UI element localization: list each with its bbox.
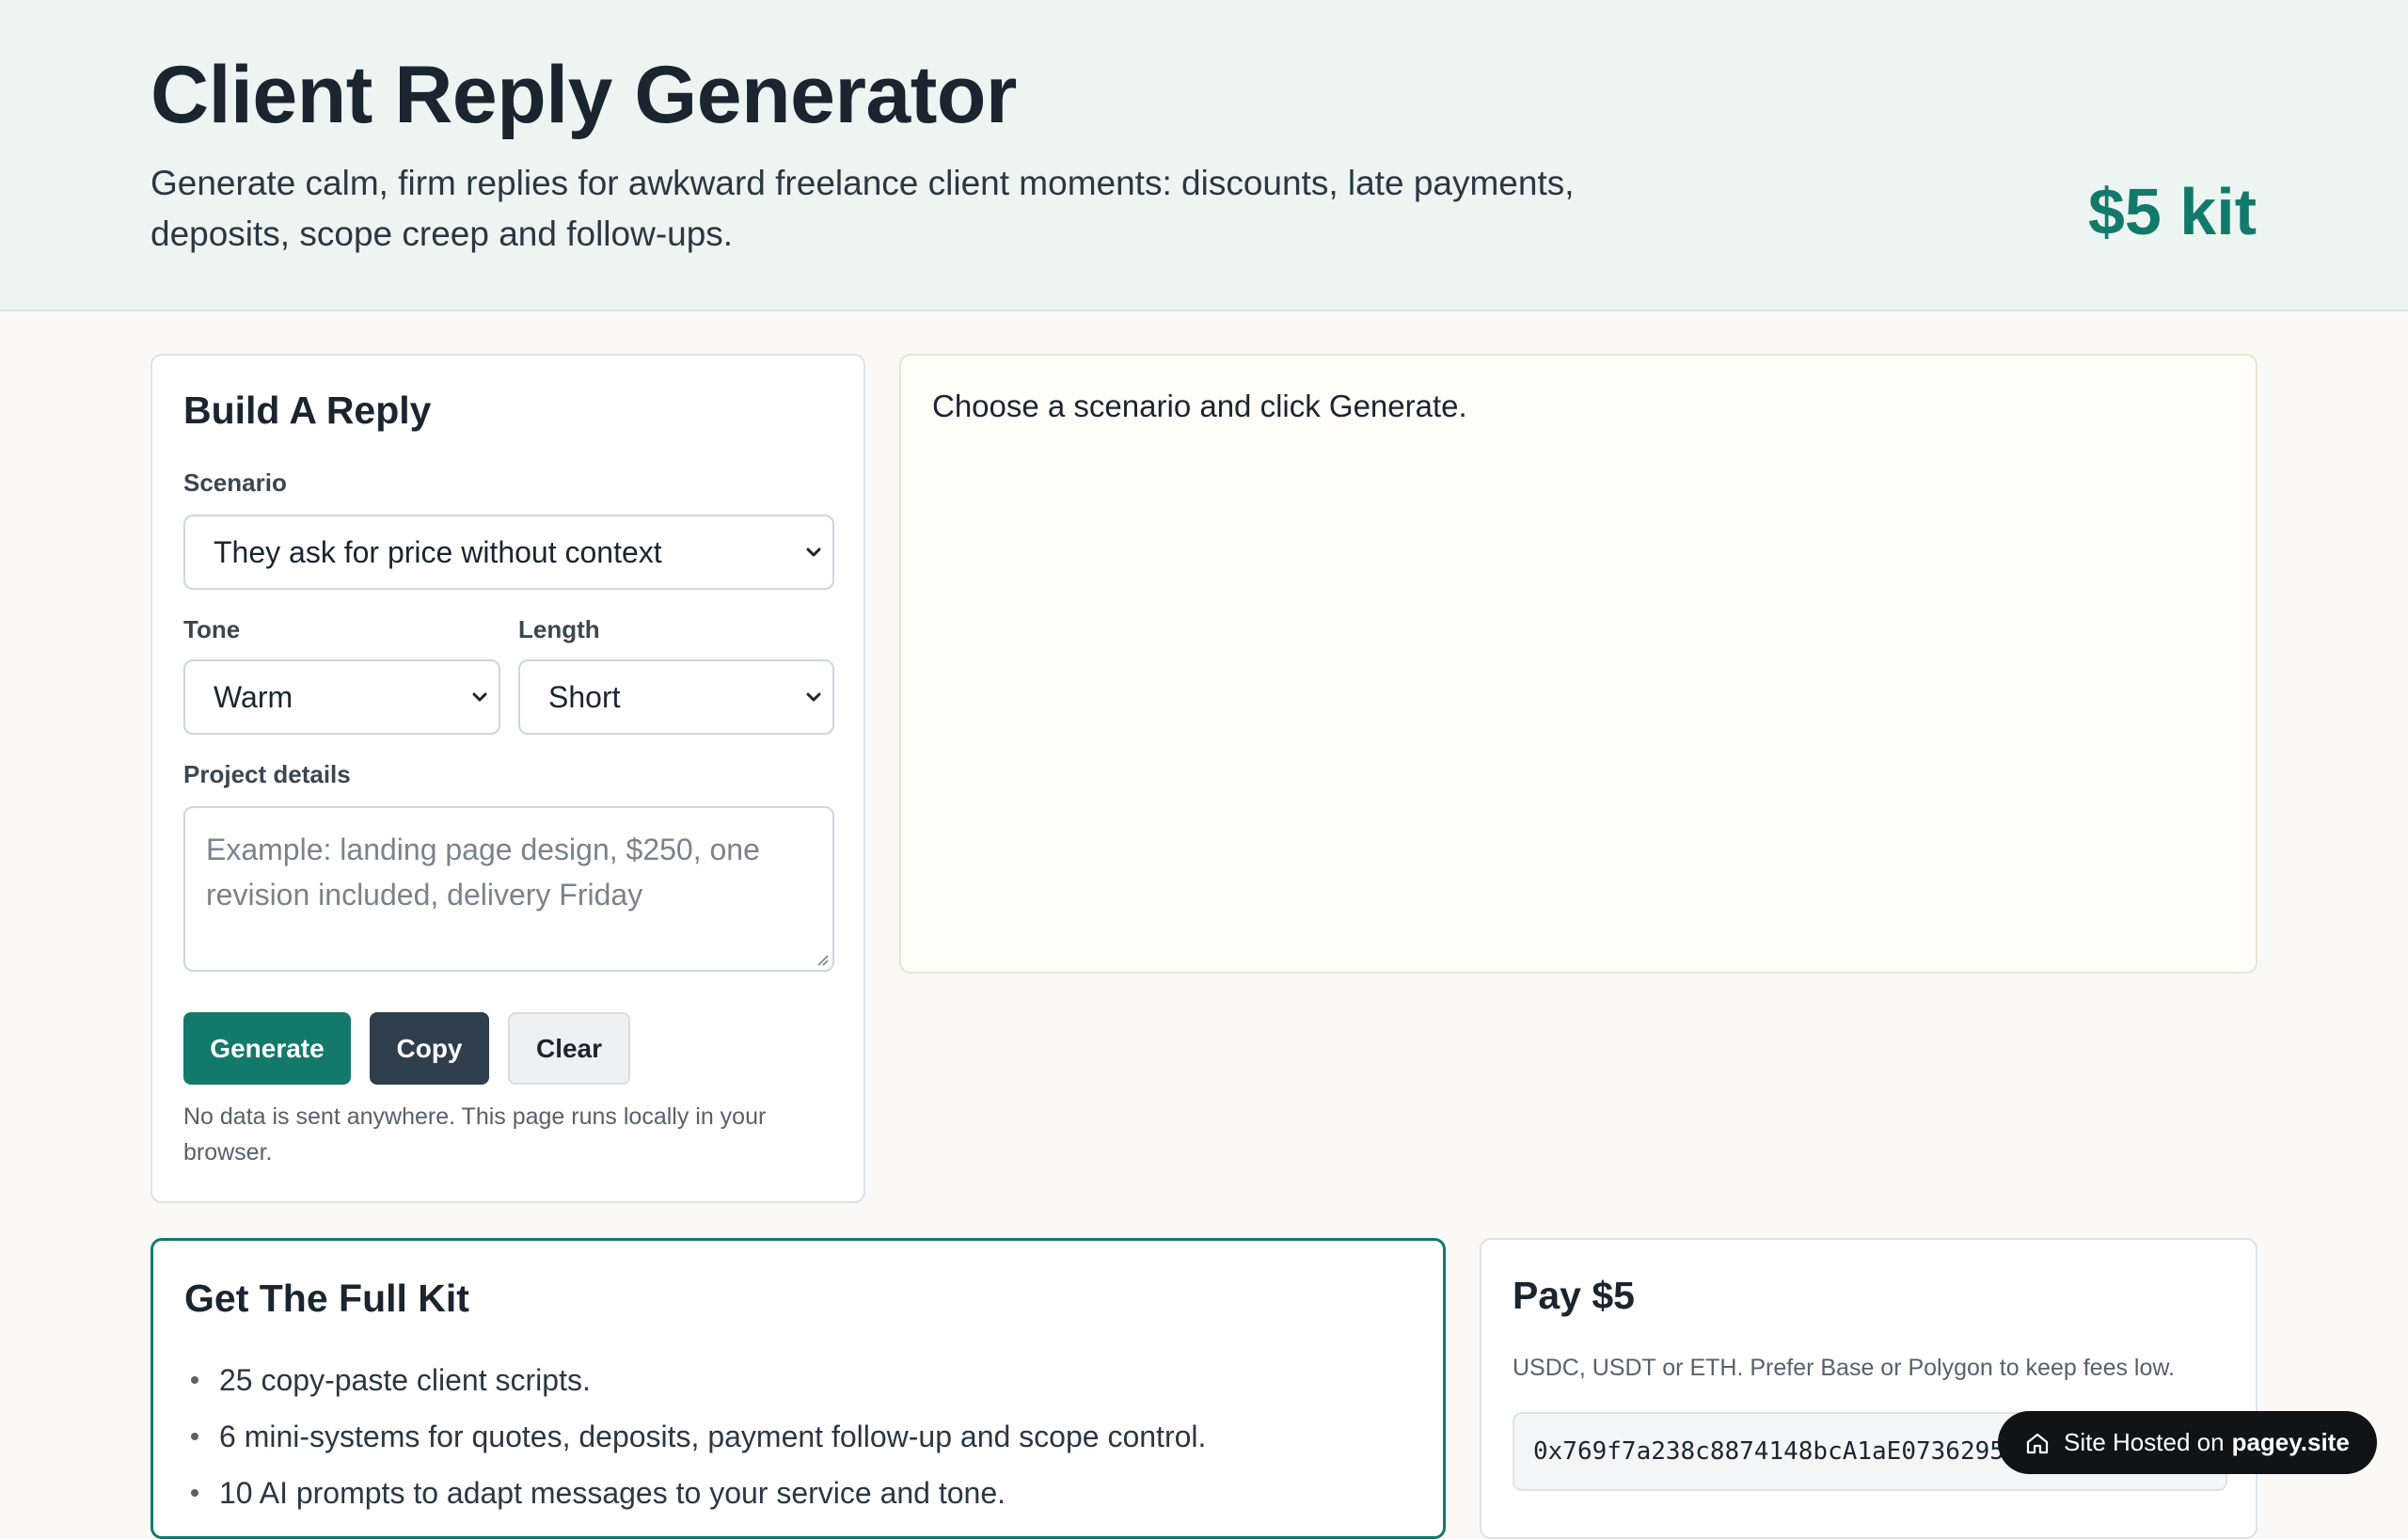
- hosted-badge[interactable]: Site Hosted on pagey.site: [1998, 1411, 2377, 1474]
- bullet-icon: [191, 1376, 198, 1384]
- build-reply-heading: Build A Reply: [183, 389, 432, 432]
- length-select-value: Short: [548, 679, 621, 714]
- page-subtitle: Generate calm, firm replies for awkward …: [150, 164, 1575, 253]
- generate-button[interactable]: Generate: [183, 1012, 351, 1085]
- chevron-down-icon: [806, 547, 821, 557]
- tone-select[interactable]: Warm: [183, 659, 500, 735]
- pay-heading: Pay $5: [1513, 1274, 1635, 1317]
- reply-output-text: Choose a scenario and click Generate.: [932, 389, 1467, 423]
- hosted-badge-prefix: Site Hosted on: [2064, 1428, 2225, 1456]
- hosted-badge-brand: pagey.site: [2231, 1428, 2350, 1456]
- build-reply-panel: Build A Reply Scenario They ask for pric…: [150, 354, 865, 1203]
- list-item: 10 AI prompts to adapt messages to your …: [187, 1465, 1206, 1521]
- list-item-text: 6 mini-systems for quotes, deposits, pay…: [219, 1420, 1207, 1453]
- project-details-placeholder: Example: landing page design, $250, one …: [206, 833, 760, 912]
- tone-select-value: Warm: [214, 679, 293, 714]
- chevron-down-icon: [472, 692, 487, 702]
- bullet-icon: [191, 1489, 198, 1497]
- list-item-text: 25 copy-paste client scripts.: [219, 1363, 591, 1397]
- full-kit-panel: Get The Full Kit 25 copy-paste client sc…: [150, 1238, 1446, 1539]
- project-details-label: Project details: [183, 760, 351, 788]
- clear-button[interactable]: Clear: [508, 1012, 630, 1085]
- home-icon: [2026, 1433, 2049, 1453]
- scenario-select[interactable]: They ask for price without context: [183, 515, 834, 590]
- list-item: 25 copy-paste client scripts.: [187, 1352, 1206, 1408]
- copy-button[interactable]: Copy: [370, 1012, 489, 1085]
- price-tag: $5 kit: [2088, 175, 2257, 248]
- privacy-note: No data is sent anywhere. This page runs…: [183, 1103, 767, 1166]
- pay-panel: Pay $5 USDC, USDT or ETH. Prefer Base or…: [1480, 1238, 2258, 1539]
- hero-header: Client Reply Generator Generate calm, fi…: [0, 0, 2408, 311]
- length-select[interactable]: Short: [518, 659, 834, 735]
- pay-subtext: USDC, USDT or ETH. Prefer Base or Polygo…: [1513, 1355, 2175, 1381]
- full-kit-heading: Get The Full Kit: [184, 1277, 469, 1320]
- project-details-textarea[interactable]: Example: landing page design, $250, one …: [183, 806, 834, 972]
- chevron-down-icon: [806, 692, 821, 702]
- bullet-icon: [191, 1433, 198, 1440]
- reply-output-panel[interactable]: Choose a scenario and click Generate.: [899, 354, 2258, 974]
- length-label: Length: [518, 615, 600, 643]
- resize-grip-icon[interactable]: [814, 951, 829, 966]
- tone-label: Tone: [183, 615, 241, 643]
- kit-feature-list: 25 copy-paste client scripts. 6 mini-sys…: [187, 1352, 1206, 1521]
- scenario-label: Scenario: [183, 468, 287, 497]
- scenario-select-value: They ask for price without context: [214, 534, 662, 569]
- page-title: Client Reply Generator: [150, 50, 1017, 140]
- list-item: 6 mini-systems for quotes, deposits, pay…: [187, 1408, 1206, 1465]
